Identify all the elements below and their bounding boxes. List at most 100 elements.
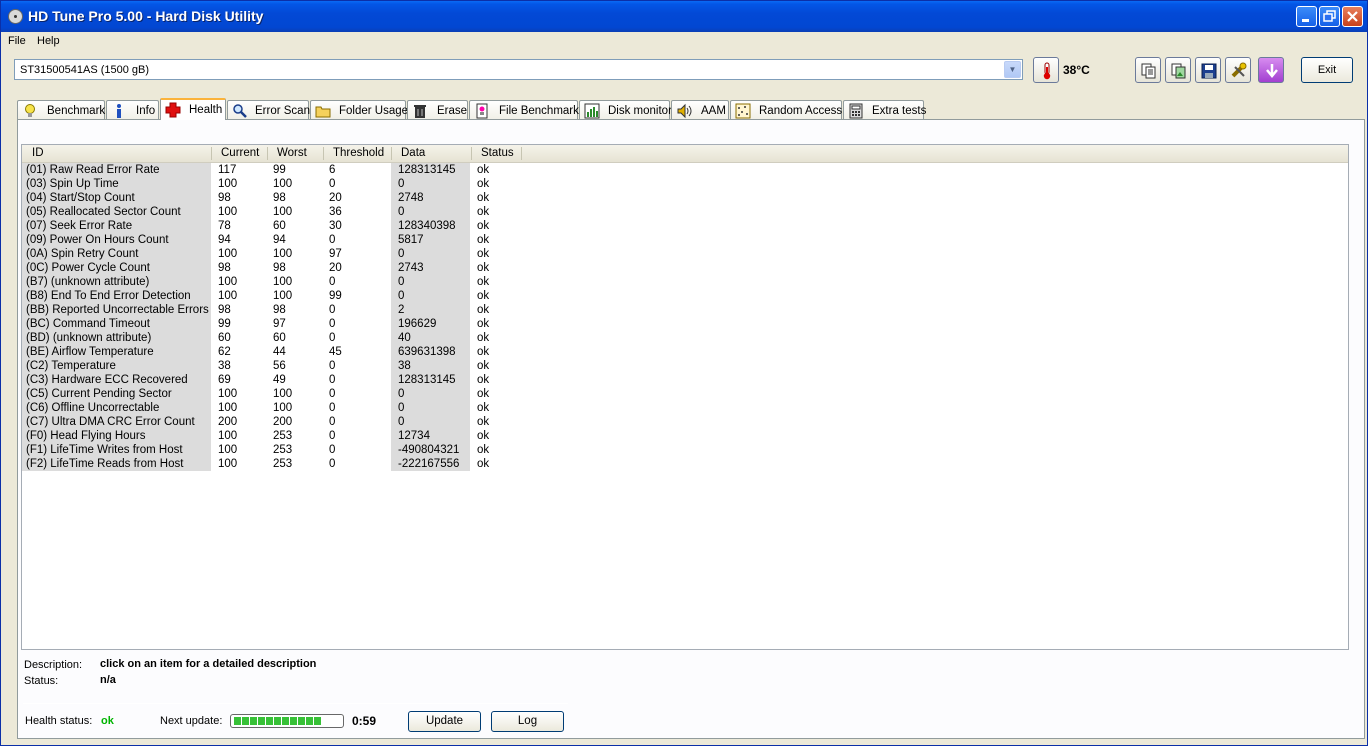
- table-row[interactable]: (BC) Command Timeout 99 97 0 196629 ok: [22, 317, 522, 331]
- minimize-button[interactable]: [1296, 6, 1317, 27]
- table-row[interactable]: (F0) Head Flying Hours 100 253 0 12734 ok: [22, 429, 522, 443]
- tab-info[interactable]: Info: [106, 100, 159, 120]
- cell-data: 128313145: [398, 374, 456, 386]
- tab-folder-usage[interactable]: Folder Usage: [310, 100, 408, 120]
- cell-current: 60: [218, 332, 231, 344]
- table-row[interactable]: (BD) (unknown attribute) 60 60 0 40 ok: [22, 331, 522, 345]
- minimize-icon: [1302, 19, 1309, 22]
- table-row[interactable]: (05) Reallocated Sector Count 100 100 36 0 ok: [22, 205, 522, 219]
- cell-status: ok: [477, 248, 490, 260]
- table-row[interactable]: (F1) LifeTime Writes from Host 100 253 0 -49…: [22, 443, 522, 457]
- download-button[interactable]: [1258, 57, 1284, 83]
- table-row[interactable]: (01) Raw Read Error Rate 117 99 6 128313145 o…: [22, 163, 522, 177]
- smart-attributes-table[interactable]: ID Current Worst Threshold Data Status (…: [21, 144, 1349, 650]
- column-header-id[interactable]: ID: [32, 147, 44, 159]
- column-header-threshold[interactable]: Threshold: [333, 147, 384, 159]
- tab-extra-tests[interactable]: Extra tests: [843, 100, 926, 120]
- file-benchmark-icon: [476, 103, 488, 119]
- table-row[interactable]: (04) Start/Stop Count 98 98 20 2748 ok: [22, 191, 522, 205]
- tab-disk-monitor[interactable]: Disk monitor: [579, 100, 672, 120]
- cell-data: 2: [398, 304, 405, 316]
- tab-random-access[interactable]: Random Access: [730, 100, 842, 120]
- description-value: click on an item for a detailed descript…: [100, 658, 317, 670]
- info-icon: [117, 104, 121, 118]
- cell-id: (C3) Hardware ECC Recovered: [26, 374, 188, 386]
- column-header-status[interactable]: Status: [481, 147, 514, 159]
- table-row[interactable]: (C2) Temperature 38 56 0 38 ok: [22, 359, 522, 373]
- cell-worst: 98: [273, 262, 286, 274]
- speaker-icon: [677, 103, 692, 119]
- cell-worst: 100: [273, 248, 293, 260]
- description-label: Description:: [24, 659, 83, 671]
- table-row[interactable]: (09) Power On Hours Count 94 94 0 5817 ok: [22, 233, 522, 247]
- drive-select[interactable]: ST31500541AS (1500 gB) ▼: [14, 59, 1023, 80]
- table-row[interactable]: (C6) Offline Uncorrectable 100 100 0 0 ok: [22, 401, 522, 415]
- copy-text-button[interactable]: [1135, 57, 1161, 83]
- table-row[interactable]: (03) Spin Up Time 100 100 0 0 ok: [22, 177, 522, 191]
- menu-help[interactable]: Help: [37, 35, 60, 47]
- cell-threshold: 99: [329, 290, 342, 302]
- cell-current: 100: [218, 388, 238, 400]
- cell-id: (0A) Spin Retry Count: [26, 248, 139, 260]
- status-value: n/a: [100, 674, 116, 686]
- menu-file[interactable]: File: [8, 35, 26, 47]
- table-row[interactable]: (BE) Airflow Temperature 62 44 45 639631398 o…: [22, 345, 522, 359]
- cell-data: 40: [398, 332, 411, 344]
- cell-status: ok: [477, 290, 490, 302]
- column-header-worst[interactable]: Worst: [277, 147, 307, 159]
- column-header-current[interactable]: Current: [221, 147, 259, 159]
- cell-status: ok: [477, 262, 490, 274]
- restore-icon: [1323, 10, 1336, 22]
- close-button[interactable]: [1342, 6, 1363, 27]
- tab-health[interactable]: Health: [160, 98, 226, 120]
- next-update-time: 0:59: [352, 714, 377, 728]
- exit-button[interactable]: Exit: [1301, 57, 1353, 83]
- table-row[interactable]: (C3) Hardware ECC Recovered 69 49 0 12831314…: [22, 373, 522, 387]
- save-button[interactable]: [1195, 57, 1221, 83]
- cell-worst: 100: [273, 290, 293, 302]
- bottom-divider: [23, 703, 568, 704]
- cell-status: ok: [477, 430, 490, 442]
- cell-current: 100: [218, 178, 238, 190]
- update-button[interactable]: Update: [408, 711, 481, 732]
- maximize-button[interactable]: [1319, 6, 1340, 27]
- table-row[interactable]: (F2) LifeTime Reads from Host 100 253 0 -222…: [22, 457, 522, 471]
- progress-segment: [242, 717, 249, 725]
- progress-segment: [306, 717, 313, 725]
- options-button[interactable]: [1225, 57, 1251, 83]
- cell-id: (B8) End To End Error Detection: [26, 290, 191, 302]
- table-row[interactable]: (C5) Current Pending Sector 100 100 0 0 ok: [22, 387, 522, 401]
- cell-id: (F0) Head Flying Hours: [26, 430, 146, 442]
- cell-worst: 100: [273, 178, 293, 190]
- status-label: Status:: [24, 675, 59, 687]
- tab-aam[interactable]: AAM: [671, 100, 729, 120]
- cell-current: 98: [218, 304, 231, 316]
- table-row[interactable]: (C7) Ultra DMA CRC Error Count 200 200 0 0 ok: [22, 415, 522, 429]
- tab-erase[interactable]: Erase: [407, 100, 468, 120]
- column-header-data[interactable]: Data: [401, 147, 425, 159]
- tab-benchmark[interactable]: Benchmark: [17, 100, 105, 120]
- temperature-button[interactable]: [1033, 57, 1059, 83]
- cell-id: (07) Seek Error Rate: [26, 220, 133, 232]
- table-row[interactable]: (0C) Power Cycle Count 98 98 20 2743 ok: [22, 261, 522, 275]
- cell-id: (01) Raw Read Error Rate: [26, 164, 160, 176]
- tab-error-scan[interactable]: Error Scan: [227, 100, 310, 120]
- tab-file-benchmark[interactable]: File Benchmark: [469, 100, 579, 120]
- table-row[interactable]: (0A) Spin Retry Count 100 100 97 0 ok: [22, 247, 522, 261]
- cell-worst: 253: [273, 430, 293, 442]
- log-button[interactable]: Log: [491, 711, 564, 732]
- chevron-down-icon[interactable]: ▼: [1004, 61, 1021, 78]
- cell-status: ok: [477, 178, 490, 190]
- title-bar[interactable]: HD Tune Pro 5.00 - Hard Disk Utility: [1, 1, 1367, 32]
- cell-current: 78: [218, 220, 231, 232]
- cell-current: 100: [218, 248, 238, 260]
- cell-id: (BE) Airflow Temperature: [26, 346, 154, 358]
- table-row[interactable]: (BB) Reported Uncorrectable Errors 98 98 0 2…: [22, 303, 522, 317]
- cell-id: (C2) Temperature: [26, 360, 116, 372]
- cell-worst: 100: [273, 276, 293, 288]
- table-row[interactable]: (B7) (unknown attribute) 100 100 0 0 ok: [22, 275, 522, 289]
- table-row[interactable]: (B8) End To End Error Detection 100 100 99 0…: [22, 289, 522, 303]
- copy-screenshot-button[interactable]: [1165, 57, 1191, 83]
- cell-current: 117: [218, 164, 237, 176]
- table-row[interactable]: (07) Seek Error Rate 78 60 30 128340398 ok: [22, 219, 522, 233]
